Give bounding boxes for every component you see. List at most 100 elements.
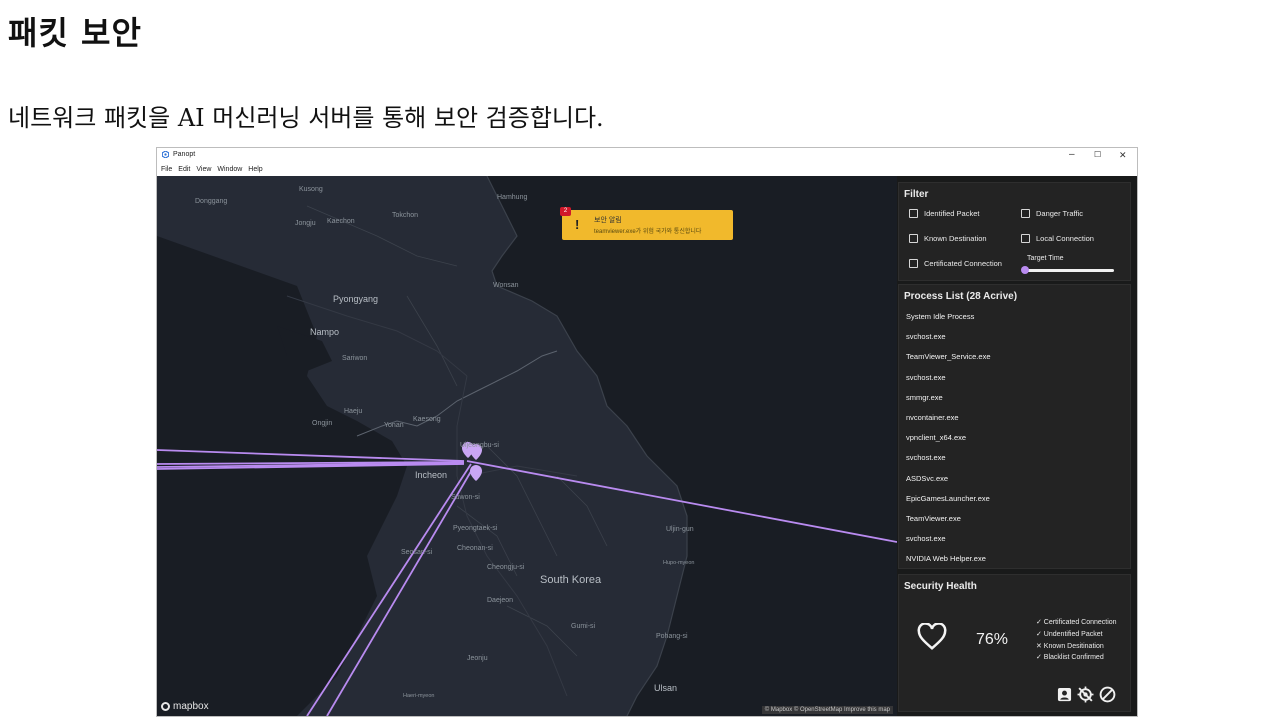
mapbox-logo[interactable]: mapbox	[161, 701, 209, 712]
map-label-jeonju: Jeonju	[467, 655, 488, 662]
map-label-kusong: Kusong	[299, 186, 323, 193]
map-label-cheonan: Cheonan-si	[457, 545, 493, 552]
app-window: Panopt – ☐ ✕ File Edit View Window Help	[156, 147, 1138, 717]
map-label-pyongyang: Pyongyang	[333, 294, 379, 304]
list-item[interactable]: TeamViewer_Service.exe	[906, 347, 991, 367]
map-label-uijeongbu: Uijeongbu-si	[460, 442, 499, 449]
list-item[interactable]: smmgr.exe	[906, 388, 991, 408]
menu-help[interactable]: Help	[248, 166, 262, 173]
process-list-panel: Process List (28 Acrive) System Idle Pro…	[898, 284, 1131, 569]
app-title: Panopt	[173, 151, 196, 158]
map-label-haeju: Haeju	[344, 408, 363, 415]
list-item[interactable]: svchost.exe	[906, 368, 991, 388]
map-label-gumi: Gumi-si	[571, 623, 596, 630]
map-label-ongjin: Ongjin	[312, 420, 333, 427]
menu-bar: File Edit View Window Help	[157, 162, 1137, 176]
app-logo-icon	[162, 151, 169, 158]
map-canvas	[157, 176, 897, 716]
filter-label: Danger Traffic	[1036, 209, 1083, 218]
health-actions	[1057, 686, 1116, 703]
map-label-kaechon: Kaechon	[327, 218, 355, 225]
health-percentage: 76%	[976, 631, 1009, 648]
filter-label: Local Connection	[1036, 234, 1094, 243]
map-label-wonsan: Wonsan	[493, 282, 519, 289]
list-item[interactable]: System Idle Process	[906, 307, 991, 327]
filter-danger-traffic[interactable]: Danger Traffic	[1021, 209, 1083, 218]
checkbox[interactable]	[909, 209, 918, 218]
minimize-button[interactable]: –	[1069, 149, 1075, 161]
menu-file[interactable]: File	[161, 166, 172, 173]
map-label-seosan: Seosan-si	[401, 549, 433, 556]
mapbox-logo-text: mapbox	[173, 701, 209, 712]
checkbox[interactable]	[909, 259, 918, 268]
map-label-haeri: Haeri-myeon	[403, 693, 435, 699]
location-off-icon[interactable]	[1077, 686, 1094, 703]
security-health-panel: Security Health 76% ✓ Certificated Conne…	[898, 574, 1131, 712]
maximize-button[interactable]: ☐	[1094, 149, 1101, 161]
list-item[interactable]: nvcontainer.exe	[906, 408, 991, 428]
target-time-slider-thumb[interactable]	[1021, 266, 1029, 274]
list-item[interactable]: TeamViewer.exe	[906, 509, 991, 529]
map-label-incheon: Incheon	[415, 470, 448, 480]
map-label-pohang: Pohang-si	[656, 633, 688, 640]
map-label-daejeon: Daejeon	[487, 597, 514, 604]
filter-local-connection[interactable]: Local Connection	[1021, 234, 1094, 243]
target-time-slider[interactable]	[1024, 269, 1114, 272]
filter-certificated-connection[interactable]: Certificated Connection	[909, 259, 1002, 268]
map-label-ulsan: Ulsan	[654, 683, 678, 693]
map-label-yonan: Yonan	[384, 422, 404, 429]
map-attribution[interactable]: © Mapbox © OpenStreetMap Improve this ma…	[761, 706, 893, 714]
map-label-suwon: Suwon-si	[451, 494, 480, 501]
map-label-jongju: Jongju	[295, 220, 316, 227]
map-label-hamhung: Hamhung	[497, 194, 528, 201]
warning-icon: !	[575, 217, 580, 232]
map-label-donggang: Donggang	[195, 198, 228, 205]
mapbox-logo-icon	[161, 702, 170, 711]
page-subtitle: 네트워크 패킷을 AI 머신러닝 서버를 통해 보안 검증합니다.	[8, 104, 604, 132]
list-item[interactable]: ASDSvc.exe	[906, 469, 991, 489]
filter-label: Identified Packet	[924, 209, 980, 218]
map-view[interactable]: Kusong Hamhung Donggang Jongju Kaechon T…	[157, 176, 897, 716]
menu-view[interactable]: View	[196, 166, 211, 173]
map-label-hupo: Hupo-myeon	[663, 560, 695, 566]
checkbox[interactable]	[909, 234, 918, 243]
filter-known-destination[interactable]: Known Destination	[909, 234, 987, 243]
list-item[interactable]: EpicGamesLauncher.exe	[906, 489, 991, 509]
filter-identified-packet[interactable]: Identified Packet	[909, 209, 979, 218]
filter-panel: Filter Identified Packet Danger Traffic …	[898, 182, 1131, 281]
filter-label: Known Destination	[924, 234, 987, 243]
contact-card-icon[interactable]	[1057, 687, 1072, 702]
menu-edit[interactable]: Edit	[178, 166, 190, 173]
health-checks: ✓ Certificated Connection ✓ Undentified …	[1036, 617, 1117, 664]
map-label-uljin: Uljin-gun	[666, 526, 694, 533]
list-item[interactable]: svchost.exe	[906, 448, 991, 468]
list-item[interactable]: vpnclient_x64.exe	[906, 428, 991, 448]
security-alert-toast[interactable]: 2 ! 보안 알림 teamviewer.exe가 위험 국가와 통신합니다	[560, 207, 733, 240]
close-button[interactable]: ✕	[1119, 149, 1127, 161]
checkbox[interactable]	[1021, 234, 1030, 243]
process-list: System Idle Process svchost.exe TeamView…	[906, 307, 991, 569]
map-label-pyeongtaek: Pyeongtaek-si	[453, 525, 498, 532]
check-item: ✓ Certificated Connection	[1036, 619, 1117, 626]
check-item: ✕ Known Desitination	[1036, 642, 1104, 650]
map-label-nampo: Nampo	[310, 327, 340, 337]
list-item[interactable]: svchost.exe	[906, 529, 991, 549]
block-icon[interactable]	[1099, 686, 1116, 703]
map-label-cheongju: Cheongju-si	[487, 564, 525, 571]
check-item: ✓ Blacklist Confirmed	[1036, 654, 1104, 662]
page-title: 패킷 보안	[8, 14, 142, 52]
heart-icon	[917, 623, 947, 650]
filter-label: Certificated Connection	[924, 259, 1002, 268]
check-item: ✓ Undentified Packet	[1036, 630, 1103, 638]
target-time-label: Target Time	[1027, 255, 1064, 262]
map-label-tokchon: Tokchon	[392, 212, 419, 219]
menu-window[interactable]: Window	[217, 166, 242, 173]
list-item[interactable]: NVIDIA Web Helper.exe	[906, 549, 991, 569]
filter-title: Filter	[904, 189, 929, 200]
map-label-kaesong: Kaesong	[413, 416, 441, 423]
title-bar: Panopt – ☐ ✕	[157, 148, 1137, 162]
process-list-title: Process List (28 Acrive)	[904, 291, 1018, 302]
checkbox[interactable]	[1021, 209, 1030, 218]
list-item[interactable]: svchost.exe	[906, 327, 991, 347]
map-label-sariwon: Sariwon	[342, 355, 368, 362]
